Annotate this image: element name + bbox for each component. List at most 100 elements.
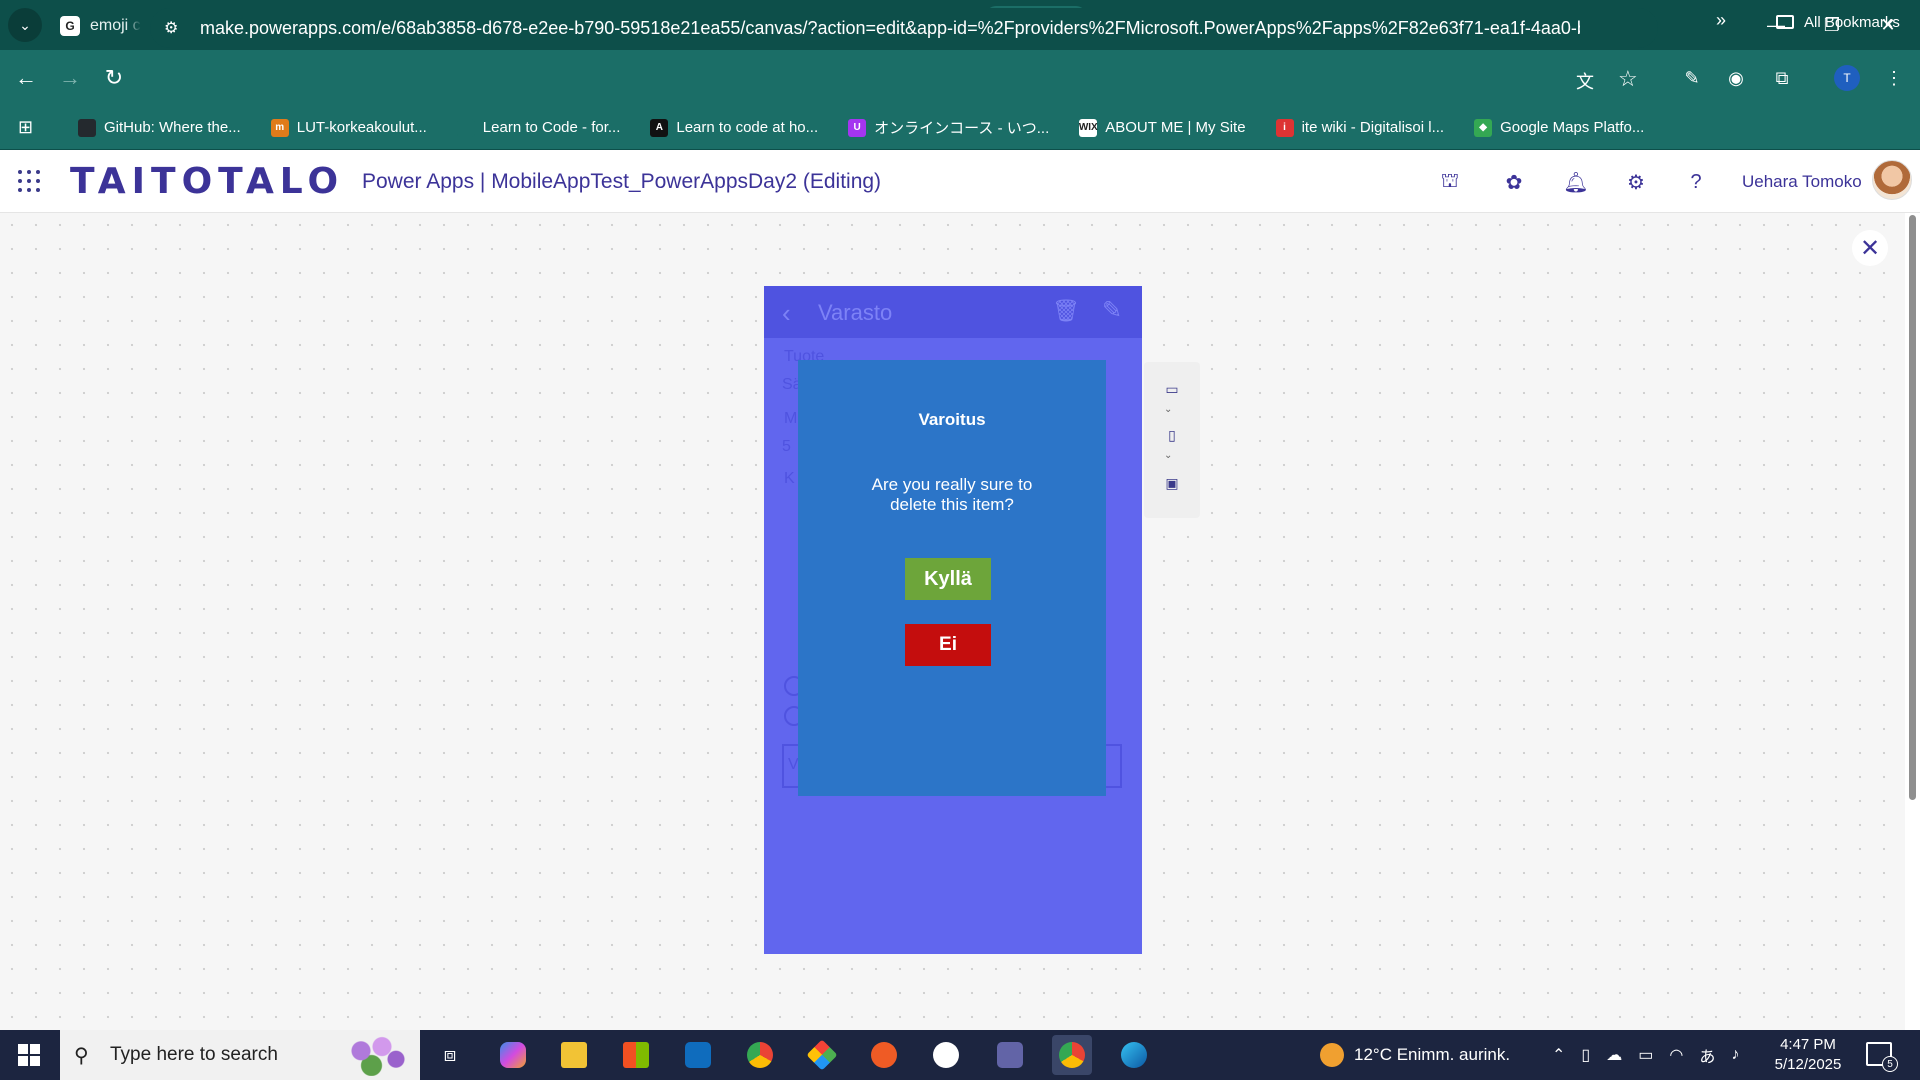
bookmark-label: Google Maps Platfo...	[1500, 119, 1645, 136]
weather-text: 12°C Enimm. aurink.	[1354, 1045, 1511, 1064]
dialog-message: Are you really sure to delete this item?	[871, 475, 1033, 514]
more-bookmarks-icon[interactable]: »	[1716, 10, 1726, 31]
chevron-down-icon[interactable]: ⌄	[1164, 404, 1172, 415]
no-button[interactable]: Ei	[905, 624, 991, 666]
chevron-down-icon[interactable]: ⌄	[1164, 450, 1172, 461]
tablet-layout-icon[interactable]: ▭	[1160, 378, 1184, 400]
notifications-bell-icon[interactable]: 🔔︎	[1562, 168, 1590, 196]
bookmark-star-icon[interactable]: ☆	[1618, 66, 1638, 92]
extension-circle-icon[interactable]: ◉	[1718, 60, 1754, 96]
bookmark-label: Learn to code at ho...	[676, 119, 819, 136]
taskbar-clock[interactable]: 4:47 PM 5/12/2025	[1768, 1035, 1848, 1075]
trash-icon[interactable]: 🗑︎	[1052, 298, 1080, 324]
field-label-k: K	[784, 470, 795, 487]
bookmark-item[interactable]: Learn to Code - for...	[456, 117, 621, 138]
bookmark-label: ABOUT ME | My Site	[1105, 119, 1246, 136]
user-name[interactable]: Uehara Tomoko	[1742, 172, 1862, 192]
phone-layout-icon[interactable]: ▯	[1160, 424, 1184, 446]
bookmark-favicon-icon: WIX	[1079, 118, 1098, 137]
back-chevron-icon[interactable]: ‹	[782, 298, 791, 329]
bookmark-label: ite wiki - Digitalisoi l...	[1301, 119, 1445, 136]
bookmark-label: GitHub: Where the...	[104, 119, 241, 136]
tray-battery-icon[interactable]: ▭	[1638, 1045, 1653, 1065]
mongodb-icon[interactable]	[926, 1035, 966, 1075]
windows-start-icon[interactable]	[18, 1044, 40, 1066]
bookmark-label: LUT-korkeakoulut...	[296, 119, 427, 136]
tray-chevron-up-icon[interactable]: ⌃	[1552, 1045, 1565, 1065]
browser-tab[interactable]: Gemoji c	[50, 6, 154, 46]
outlook-icon[interactable]	[678, 1035, 718, 1075]
preview-app-icon[interactable]: ▣	[1160, 472, 1184, 494]
chrome-running-icon[interactable]	[1052, 1035, 1092, 1075]
power-apps-header: TAITOTALO Power Apps | MobileAppTest_Pow…	[0, 150, 1920, 213]
app-launcher-icon[interactable]	[18, 170, 40, 192]
screen-title: Varasto	[818, 300, 893, 325]
windows-taskbar: ⚲ Type here to search ⧈ 12°C Enimm. auri…	[0, 1030, 1920, 1080]
chrome-icon[interactable]	[740, 1035, 780, 1075]
all-bookmarks-label: All Bookmarks	[1804, 13, 1900, 31]
address-bar[interactable]: ⚙ make.powerapps.com/e/68ab3858-d678-e2e…	[150, 8, 1658, 48]
profile-avatar[interactable]: T	[1834, 65, 1860, 91]
help-icon[interactable]: ?	[1682, 168, 1710, 196]
clock-time: 4:47 PM	[1780, 1036, 1836, 1053]
taskbar-search-input[interactable]: ⚲ Type here to search	[60, 1030, 420, 1080]
bookmark-favicon-icon	[78, 118, 96, 137]
bookmark-item[interactable]: GitHub: Where the...	[78, 117, 241, 138]
bookmark-label: Learn to Code - for...	[482, 119, 621, 136]
bookmark-list: GitHub: Where the... m LUT-korkeakoulut...…	[48, 117, 1644, 138]
copilot-app-icon[interactable]	[493, 1035, 533, 1075]
edge-icon[interactable]	[1114, 1035, 1154, 1075]
site-info-icon[interactable]: ⚙	[164, 18, 186, 38]
avatar[interactable]	[1872, 160, 1912, 200]
bookmark-label: オンラインコース - いつ...	[874, 120, 1050, 137]
copilot-icon[interactable]: ✿	[1500, 168, 1528, 196]
bookmark-item[interactable]: m LUT-korkeakoulut...	[270, 117, 427, 138]
tray-tiktok-icon[interactable]: ♪	[1731, 1046, 1739, 1064]
microsoft-store-icon[interactable]	[616, 1035, 656, 1075]
brand-logo: TAITOTALO	[70, 161, 345, 202]
translate-icon[interactable]: 文	[1576, 68, 1594, 94]
environment-icon[interactable]: ⛫	[1436, 168, 1464, 196]
bookmark-favicon-icon: A	[650, 118, 669, 137]
edit-pencil-icon[interactable]: ✎	[1102, 296, 1122, 325]
browser-menu-icon[interactable]: ⋮	[1876, 60, 1912, 96]
file-explorer-icon[interactable]	[554, 1035, 594, 1075]
bookmark-favicon-icon: ◆	[1474, 118, 1493, 137]
pen-extension-icon[interactable]: ✎	[1674, 60, 1710, 96]
back-icon[interactable]: ←	[8, 60, 44, 96]
notification-center-icon[interactable]: 5	[1866, 1042, 1898, 1072]
scrollbar-thumb[interactable]	[1909, 215, 1916, 800]
close-icon[interactable]: ✕	[1852, 230, 1888, 266]
search-highlight-image	[340, 1034, 410, 1076]
bookmark-item[interactable]: U オンラインコース - いつ...	[848, 117, 1049, 138]
forward-icon[interactable]: →	[52, 60, 88, 96]
weather-widget[interactable]: 12°C Enimm. aurink.	[1320, 1030, 1510, 1080]
git-tool-icon[interactable]	[802, 1035, 842, 1075]
bookmark-favicon-icon: U	[848, 118, 867, 137]
bookmark-item[interactable]: i ite wiki - Digitalisoi l...	[1275, 117, 1445, 138]
bookmark-item[interactable]: ◆ Google Maps Platfo...	[1474, 117, 1644, 138]
tray-onedrive-icon[interactable]: ☁	[1606, 1045, 1622, 1065]
tab-search-menu-button[interactable]: ⌄	[8, 8, 42, 42]
teams-icon[interactable]	[990, 1035, 1030, 1075]
tray-wifi-icon[interactable]: ◠	[1669, 1045, 1683, 1065]
bookmark-item[interactable]: WIX ABOUT ME | My Site	[1079, 117, 1246, 138]
tab-favicon-icon: G	[60, 16, 80, 36]
tray-ime-icon[interactable]: あ	[1699, 1043, 1715, 1067]
page-scrollbar[interactable]	[1905, 213, 1920, 1030]
extensions-puzzle-icon[interactable]: ⧉	[1764, 60, 1800, 96]
bookmark-item[interactable]: A Learn to code at ho...	[650, 117, 818, 138]
system-tray: ⌃ ▯ ☁ ▭ ◠ あ ♪	[1552, 1030, 1739, 1080]
postman-icon[interactable]	[864, 1035, 904, 1075]
tray-device-icon[interactable]: ▯	[1581, 1045, 1590, 1065]
apps-grid-icon[interactable]: ⊞	[18, 117, 48, 138]
yes-button[interactable]: Kyllä	[905, 558, 991, 600]
all-bookmarks-button[interactable]: All Bookmarks	[1776, 0, 1900, 44]
field-label-partial: M	[784, 410, 798, 427]
field-value-number: 5	[782, 438, 791, 455]
settings-gear-icon[interactable]: ⚙	[1622, 168, 1650, 196]
dialog-title: Varoitus	[918, 410, 986, 429]
page-title: Power Apps | MobileAppTest_PowerAppsDay2…	[362, 170, 882, 193]
reload-icon[interactable]: ↻	[96, 60, 132, 96]
task-view-icon[interactable]: ⧈	[430, 1035, 470, 1075]
